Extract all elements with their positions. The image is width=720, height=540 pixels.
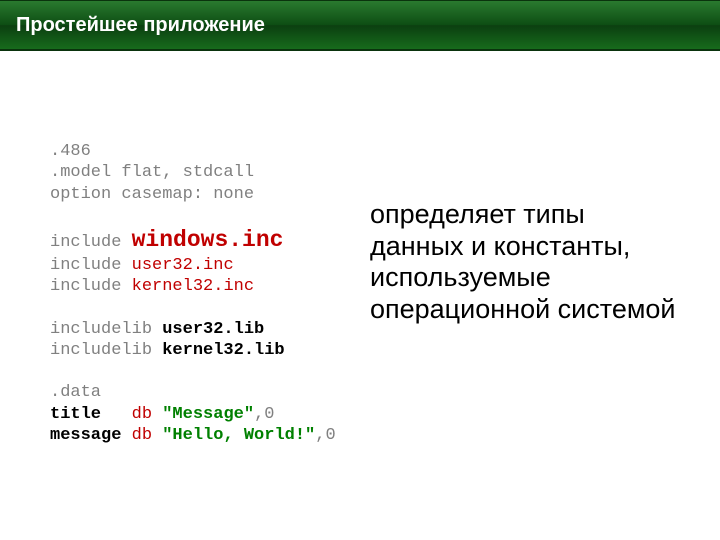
title-bar: Простейшее приложение [0,0,720,51]
content-area: .486 .model flat, stdcall option casemap… [0,51,720,446]
code-db: db [132,405,163,424]
code-line: include [50,233,132,252]
code-line: include [50,277,132,296]
code-line: .486 [50,142,91,161]
code-line: option casemap: none [50,185,254,204]
code-line: .data [50,383,101,402]
code-sym: message [50,426,132,445]
code-lib: kernel32.lib [162,341,284,360]
code-string: "Message" [162,405,254,424]
description-text: определяет типы данных и константы, испо… [370,199,680,325]
code-highlight: windows.inc [132,227,284,253]
code-lib: user32.lib [162,320,264,339]
code-string: "Hello, World!" [162,426,315,445]
code-line: includelib [50,320,162,339]
code-db: db [132,426,163,445]
page-title: Простейшее приложение [16,14,265,37]
code-line: include [50,256,132,275]
code-include: kernel32.inc [132,277,254,296]
code-sym: title [50,405,132,424]
code-line: includelib [50,341,162,360]
code-tail: ,0 [315,426,335,445]
code-include: user32.inc [132,256,234,275]
code-tail: ,0 [254,405,274,424]
code-line: .model flat, stdcall [50,163,254,182]
